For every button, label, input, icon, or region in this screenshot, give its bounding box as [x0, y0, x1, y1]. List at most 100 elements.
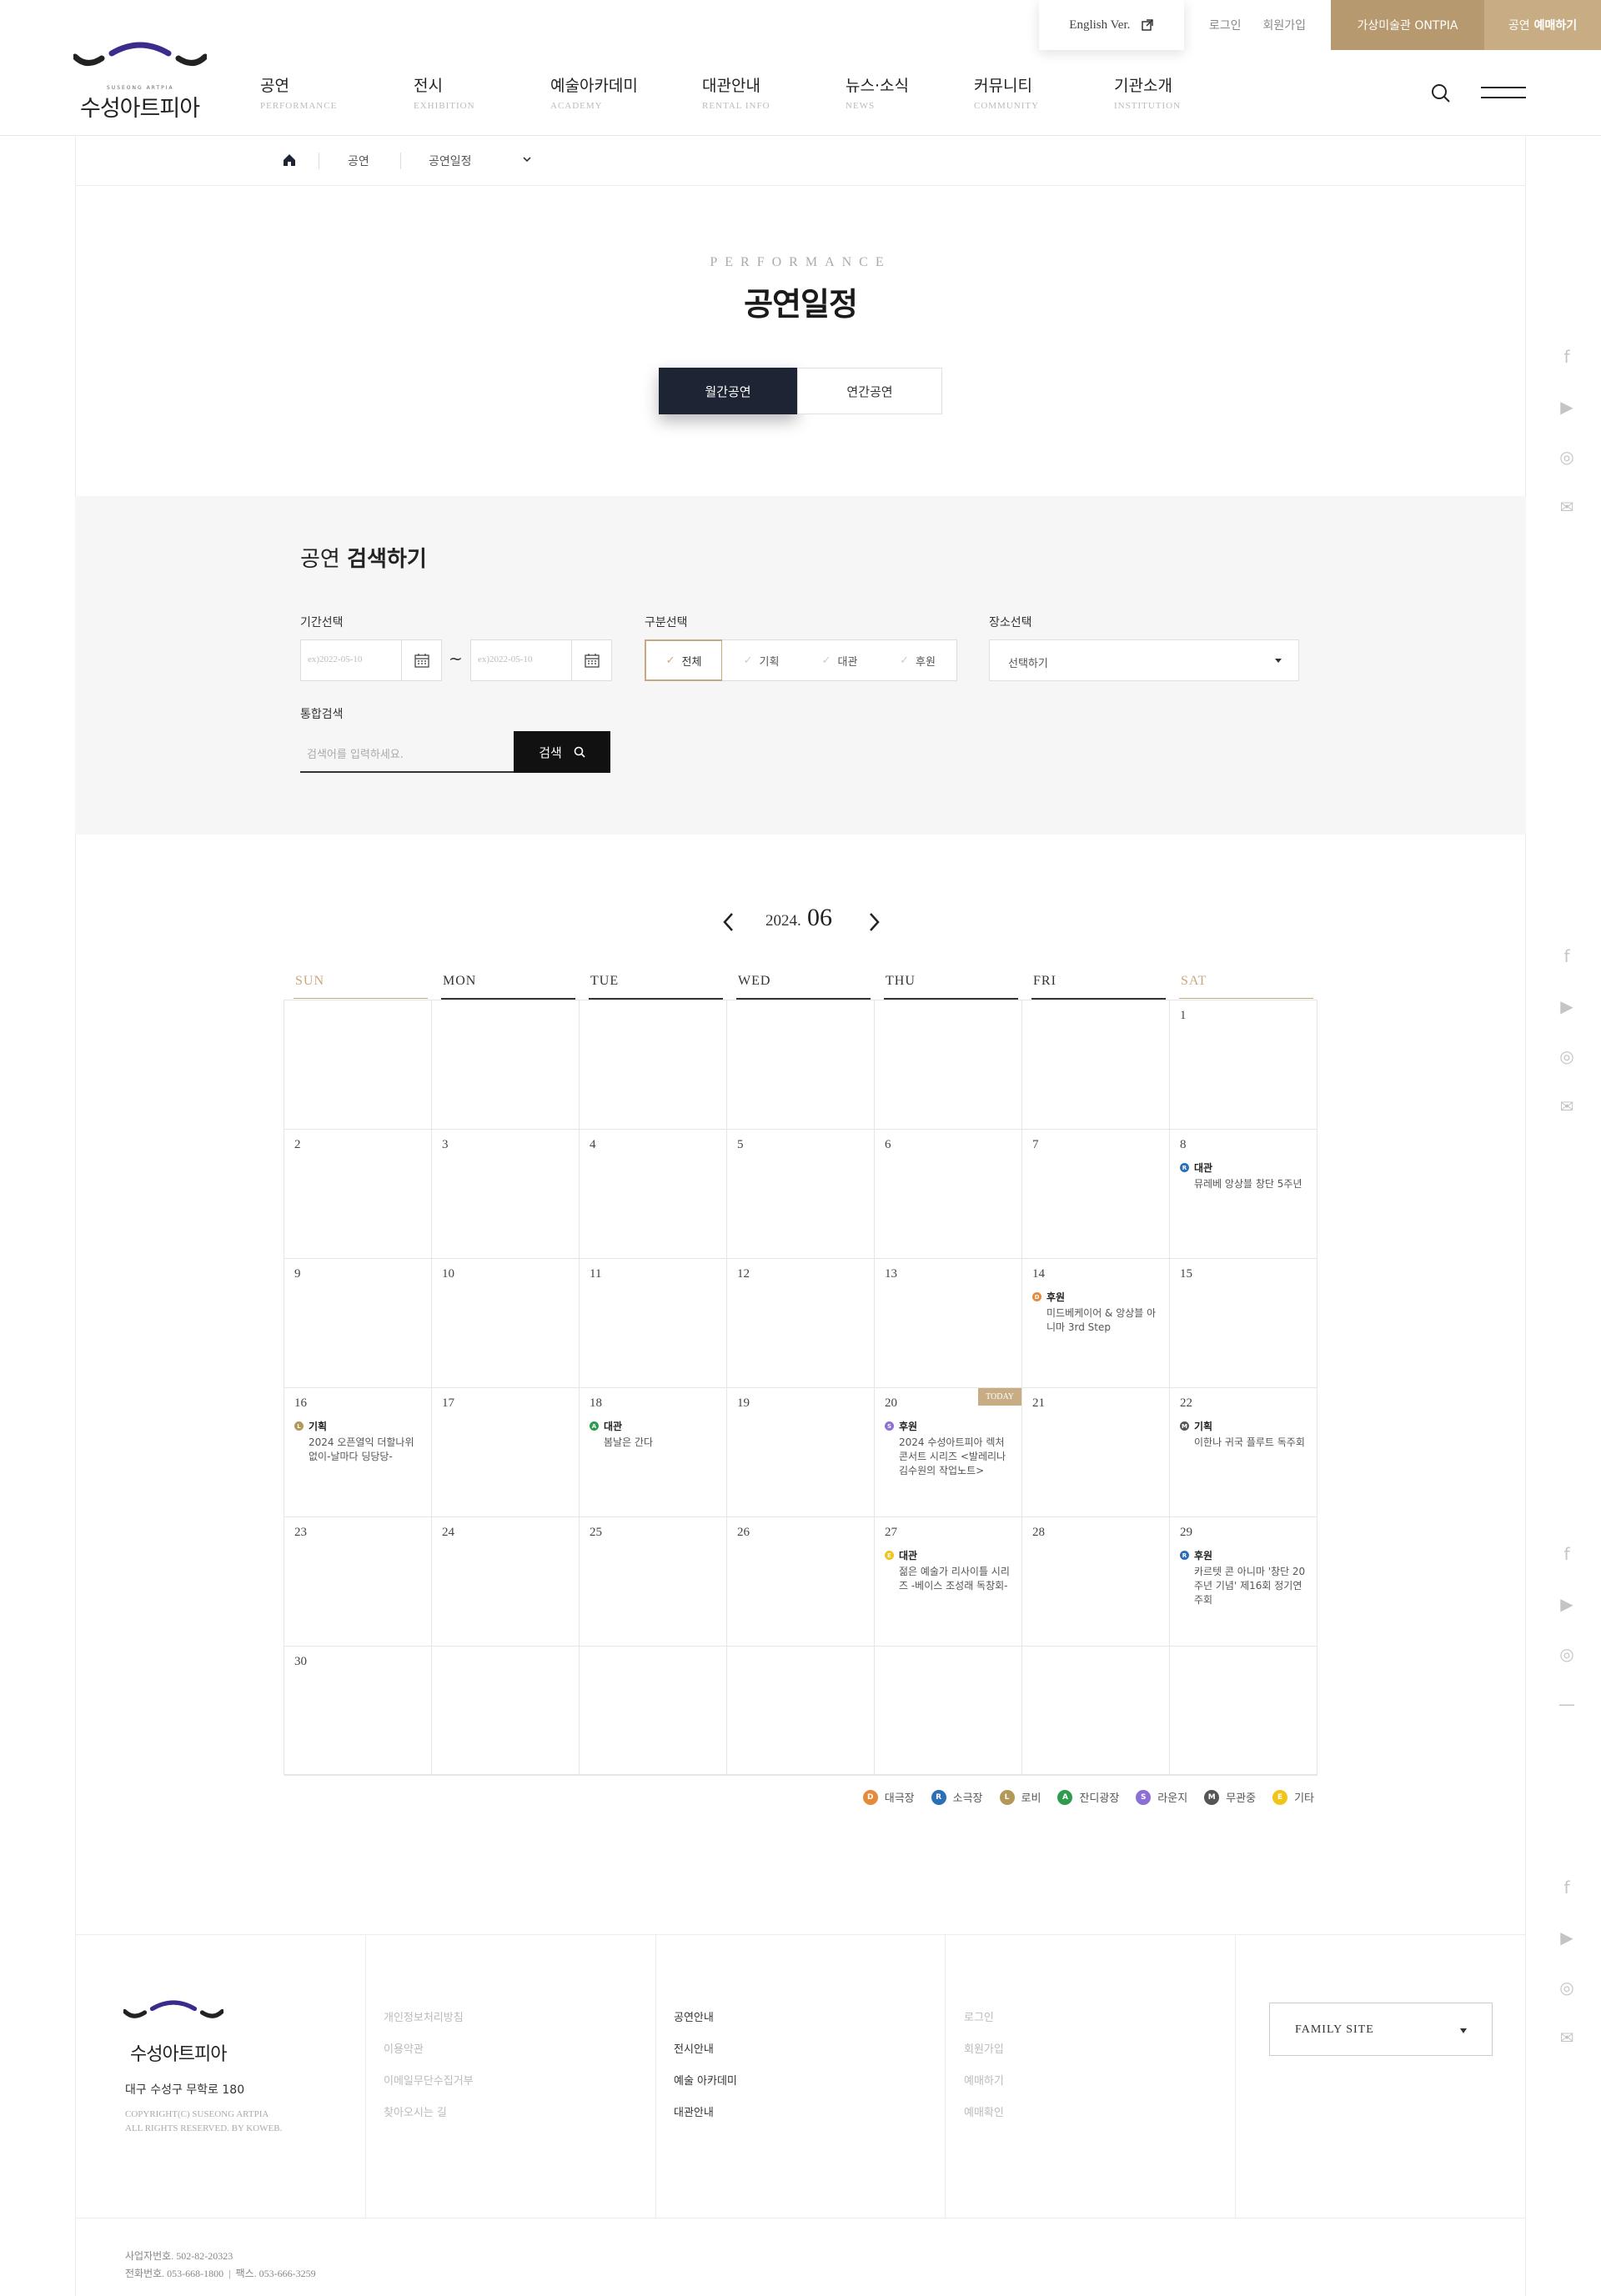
calendar-day[interactable]: 20 TODAY S 후원 2024 수성아트피아 렉처콘서트 시리즈 <발레리나 김수…: [875, 1388, 1022, 1517]
next-month-arrow-icon[interactable]: [866, 910, 882, 934]
facebook-icon[interactable]: f: [1556, 1862, 1578, 1912]
nav-community[interactable]: 커뮤니티 COMMUNITY: [974, 73, 1114, 111]
instagram-icon[interactable]: ◎: [1556, 1629, 1578, 1679]
type-chip-all[interactable]: ✓ 전체: [645, 639, 723, 681]
hamburger-menu-icon[interactable]: [1481, 87, 1526, 98]
calendar-day[interactable]: 27 E 대관 젊은 예술가 리사이틀 시리즈 -베이스 조성래 독창회-: [875, 1517, 1022, 1647]
breadcrumb-performance[interactable]: 공연: [348, 153, 369, 169]
footer-link[interactable]: 이용약관: [384, 2034, 474, 2066]
type-chip-rental[interactable]: ✓ 대관: [800, 639, 880, 681]
type-chip-sponsor[interactable]: ✓ 후원: [879, 639, 957, 681]
calendar-day[interactable]: 23: [284, 1517, 432, 1647]
english-version-link[interactable]: English Ver.: [1038, 0, 1184, 50]
calendar-day[interactable]: 28: [1022, 1517, 1170, 1647]
calendar-day[interactable]: 9: [284, 1259, 432, 1388]
footer-link[interactable]: 예매확인: [964, 2098, 1004, 2129]
youtube-icon[interactable]: ▶: [1556, 1912, 1578, 1963]
home-icon[interactable]: [282, 153, 297, 168]
calendar-day[interactable]: 6: [875, 1130, 1022, 1259]
chevron-down-icon[interactable]: [522, 154, 532, 164]
calendar-day[interactable]: 22 M 기획 이한나 귀국 플루트 독주회: [1170, 1388, 1317, 1517]
nav-academy[interactable]: 예술아카데미 ACADEMY: [550, 73, 702, 111]
instagram-icon[interactable]: ◎: [1556, 432, 1578, 482]
site-logo[interactable]: SUSEONG ARTPIA 수성아트피아: [73, 42, 207, 122]
blog-icon[interactable]: ✉: [1556, 1081, 1578, 1131]
tab-yearly[interactable]: 연간공연: [797, 368, 942, 414]
nav-institution[interactable]: 기관소개 INSTITUTION: [1114, 73, 1231, 111]
footer-link[interactable]: 로그인: [964, 2003, 1004, 2034]
facebook-icon[interactable]: f: [1556, 332, 1578, 382]
search-button[interactable]: 검색: [514, 731, 610, 773]
calendar-day[interactable]: 26: [727, 1517, 875, 1647]
calendar-day[interactable]: 15: [1170, 1259, 1317, 1388]
calendar-day[interactable]: 1: [1170, 1000, 1317, 1130]
footer-link[interactable]: 회원가입: [964, 2034, 1004, 2066]
footer-link[interactable]: 전시안내: [674, 2034, 737, 2066]
blog-icon[interactable]: ✉: [1556, 482, 1578, 532]
nav-exhibition[interactable]: 전시 EXHIBITION: [414, 73, 550, 111]
event-item[interactable]: A 대관 봄날은 간다: [590, 1419, 716, 1450]
calendar-icon[interactable]: [584, 653, 600, 668]
end-date-field[interactable]: ex)2022-05-10: [470, 639, 612, 681]
calendar-day[interactable]: 16 L 기획 2024 오픈열익 더할나위없이-날마다 딩당당-: [284, 1388, 432, 1517]
ticket-link[interactable]: 공연 예매하기: [1484, 0, 1601, 50]
youtube-icon[interactable]: ▶: [1556, 981, 1578, 1031]
calendar-day[interactable]: 25: [580, 1517, 727, 1647]
calendar-day[interactable]: 29 R 후원 카르텟 콘 아니마 '창단 20주년 기념' 제16회 정기연주회: [1170, 1517, 1317, 1647]
calendar-day[interactable]: 2: [284, 1130, 432, 1259]
event-item[interactable]: L 기획 2024 오픈열익 더할나위없이-날마다 딩당당-: [294, 1419, 421, 1464]
ontpia-link[interactable]: 가상미술관 ONTPIA: [1331, 0, 1484, 50]
keyword-input[interactable]: 검색어를 입력하세요.: [300, 731, 514, 773]
search-icon[interactable]: [1431, 83, 1451, 103]
facebook-icon[interactable]: f: [1556, 931, 1578, 981]
calendar-day[interactable]: 17: [432, 1388, 580, 1517]
nav-news[interactable]: 뉴스·소식 NEWS: [846, 73, 974, 111]
instagram-icon[interactable]: ◎: [1556, 1963, 1578, 2013]
place-select[interactable]: 선택하기: [989, 639, 1299, 681]
calendar-day[interactable]: 13: [875, 1259, 1022, 1388]
login-link[interactable]: 로그인: [1209, 17, 1242, 33]
calendar-day[interactable]: 24: [432, 1517, 580, 1647]
calendar-day[interactable]: 12: [727, 1259, 875, 1388]
tab-monthly[interactable]: 월간공연: [659, 368, 797, 414]
calendar-day[interactable]: 21: [1022, 1388, 1170, 1517]
event-item[interactable]: S 후원 2024 수성아트피아 렉처콘서트 시리즈 <발레리나 김수원의 작업노트…: [885, 1419, 1011, 1478]
calendar-day[interactable]: 7: [1022, 1130, 1170, 1259]
event-item[interactable]: R 대관 뮤레베 앙상블 창단 5주년: [1180, 1161, 1307, 1191]
prev-month-arrow-icon[interactable]: [720, 910, 737, 934]
youtube-icon[interactable]: ▶: [1556, 1579, 1578, 1629]
footer-link[interactable]: 찾아오시는 길: [384, 2098, 474, 2129]
footer-link[interactable]: 대관안내: [674, 2098, 737, 2129]
blog-icon[interactable]: ✉: [1556, 2013, 1578, 2063]
calendar-day[interactable]: 30: [284, 1647, 432, 1776]
calendar-day[interactable]: 3: [432, 1130, 580, 1259]
calendar-day[interactable]: 8 R 대관 뮤레베 앙상블 창단 5주년: [1170, 1130, 1317, 1259]
nav-performance[interactable]: 공연 PERFORMANCE: [260, 73, 414, 111]
footer-link[interactable]: 예매하기: [964, 2066, 1004, 2098]
calendar-day[interactable]: 18 A 대관 봄날은 간다: [580, 1388, 727, 1517]
start-date-field[interactable]: ex)2022-05-10: [300, 639, 442, 681]
calendar-day[interactable]: 11: [580, 1259, 727, 1388]
footer-link[interactable]: 개인정보처리방침: [384, 2003, 474, 2034]
calendar-day[interactable]: 4: [580, 1130, 727, 1259]
type-chip-planned[interactable]: ✓ 기획: [722, 639, 801, 681]
join-link[interactable]: 회원가입: [1262, 17, 1306, 33]
family-site-select[interactable]: FAMILY SITE: [1269, 2003, 1493, 2056]
youtube-icon[interactable]: ▶: [1556, 382, 1578, 432]
breadcrumb-schedule[interactable]: 공연일정: [429, 153, 472, 169]
footer-link[interactable]: 이메일무단수집거부: [384, 2066, 474, 2098]
calendar-day[interactable]: 14 D 후원 미드베케이어 & 앙상블 아니마 3rd Step: [1022, 1259, 1170, 1388]
instagram-icon[interactable]: ◎: [1556, 1031, 1578, 1081]
event-item[interactable]: M 기획 이한나 귀국 플루트 독주회: [1180, 1419, 1307, 1450]
event-item[interactable]: E 대관 젊은 예술가 리사이틀 시리즈 -베이스 조성래 독창회-: [885, 1548, 1011, 1593]
facebook-icon[interactable]: f: [1556, 1529, 1578, 1579]
event-item[interactable]: D 후원 미드베케이어 & 앙상블 아니마 3rd Step: [1032, 1290, 1159, 1335]
calendar-day[interactable]: 10: [432, 1259, 580, 1388]
calendar-icon[interactable]: [414, 653, 429, 668]
event-item[interactable]: R 후원 카르텟 콘 아니마 '창단 20주년 기념' 제16회 정기연주회: [1180, 1548, 1307, 1607]
nav-rental[interactable]: 대관안내 RENTAL INFO: [702, 73, 846, 111]
footer-link[interactable]: 예술 아카데미: [674, 2066, 737, 2098]
calendar-day[interactable]: 19: [727, 1388, 875, 1517]
calendar-day[interactable]: 5: [727, 1130, 875, 1259]
footer-link[interactable]: 공연안내: [674, 2003, 737, 2034]
